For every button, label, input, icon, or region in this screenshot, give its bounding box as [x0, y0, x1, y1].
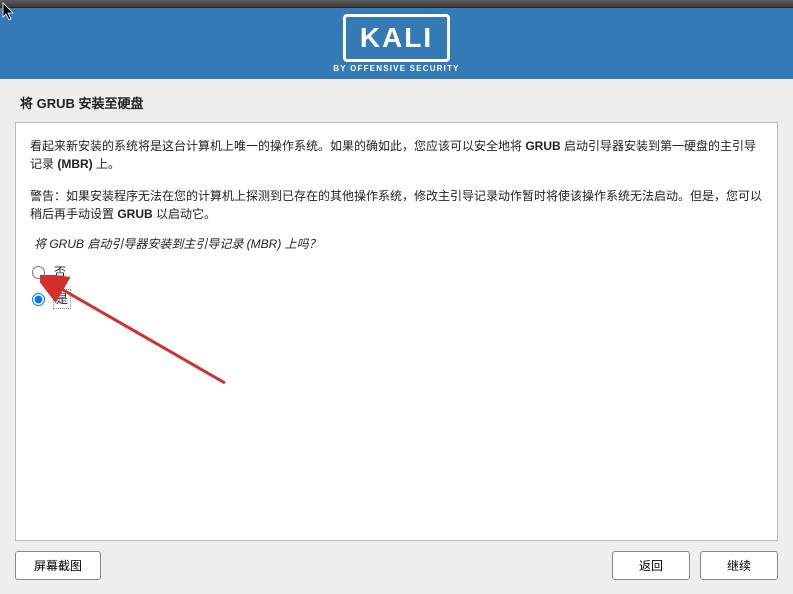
page-title: 将 GRUB 安装至硬盘	[0, 79, 793, 122]
question-text: 将 GRUB 启动引导器安装到主引导记录 (MBR) 上吗？	[34, 235, 763, 253]
radio-no-input[interactable]	[32, 266, 45, 279]
radio-option-no[interactable]: 否	[32, 263, 763, 281]
kali-logo-box: KALI	[343, 14, 450, 62]
content-area: 看起来新安装的系统将是这台计算机上唯一的操作系统。如果的确如此，您应该可以安全地…	[15, 122, 778, 541]
radio-group: 否 是	[32, 263, 763, 308]
header-banner: KALI BY OFFENSIVE SECURITY	[0, 8, 793, 79]
radio-option-yes[interactable]: 是	[32, 290, 763, 308]
footer-bar: 屏幕截图 返回 继续	[0, 541, 793, 594]
radio-yes-label: 是	[54, 290, 70, 308]
kali-logo: KALI BY OFFENSIVE SECURITY	[333, 14, 459, 73]
radio-yes-input[interactable]	[32, 293, 45, 306]
warning-text: 警告：如果安装程序无法在您的计算机上探测到已存在的其他操作系统，修改主引导记录动…	[30, 187, 763, 223]
footer-right-group: 返回 继续	[612, 551, 778, 580]
continue-button[interactable]: 继续	[700, 551, 778, 580]
window-title-bar	[0, 0, 793, 8]
back-button[interactable]: 返回	[612, 551, 690, 580]
kali-logo-text: KALI	[360, 22, 433, 54]
kali-logo-subtitle: BY OFFENSIVE SECURITY	[333, 64, 459, 73]
screenshot-button[interactable]: 屏幕截图	[15, 551, 101, 580]
radio-no-label: 否	[54, 263, 66, 281]
description-text: 看起来新安装的系统将是这台计算机上唯一的操作系统。如果的确如此，您应该可以安全地…	[30, 137, 763, 173]
